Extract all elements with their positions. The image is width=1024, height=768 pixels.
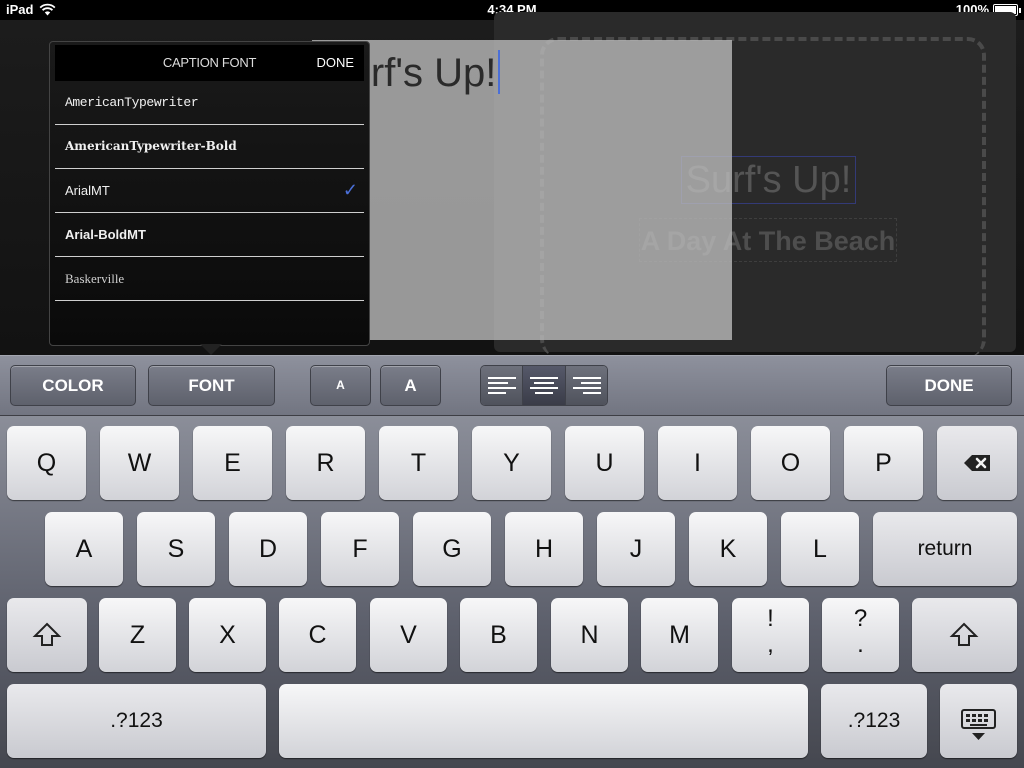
popover-header: CAPTION FONT DONE <box>55 45 364 81</box>
font-item-arial-boldmt[interactable]: Arial-BoldMT <box>55 213 364 257</box>
font-item-label: AmericanTypewriter <box>65 95 199 110</box>
font-item-label: Baskerville <box>65 271 125 286</box>
key-top-symbol: ! <box>767 605 774 632</box>
numbers-key-right[interactable]: .?123 <box>821 684 927 758</box>
popover-done-button[interactable]: DONE <box>316 45 354 81</box>
key-exclamation-comma[interactable]: ! , <box>732 598 809 672</box>
key-v[interactable]: V <box>370 598 447 672</box>
key-h[interactable]: H <box>505 512 583 586</box>
key-k[interactable]: K <box>689 512 767 586</box>
text-caret <box>498 50 501 94</box>
color-button[interactable]: COLOR <box>10 365 136 406</box>
key-bottom-symbol: , <box>767 631 774 658</box>
font-button[interactable]: FONT <box>148 365 275 406</box>
alignment-segmented-control <box>480 365 608 406</box>
key-l[interactable]: L <box>781 512 859 586</box>
key-y[interactable]: Y <box>472 426 551 500</box>
keyboard-dismiss-icon <box>961 709 996 740</box>
key-w[interactable]: W <box>100 426 179 500</box>
return-key[interactable]: return <box>873 512 1017 586</box>
key-t[interactable]: T <box>379 426 458 500</box>
font-item-label: AmericanTypewriter-Bold <box>65 139 237 153</box>
popover-arrow <box>200 344 222 355</box>
key-u[interactable]: U <box>565 426 644 500</box>
align-left-icon <box>488 377 516 394</box>
keyboard: Q W E R T Y U I O P A S D F G H J K L re… <box>0 416 1024 768</box>
font-item-americantypewriter-bold[interactable]: AmericanTypewriter-Bold <box>55 125 364 169</box>
font-item-baskerville[interactable]: Baskerville <box>55 257 364 301</box>
key-n[interactable]: N <box>551 598 628 672</box>
shift-icon <box>949 622 979 646</box>
backspace-key[interactable] <box>937 426 1017 500</box>
key-q[interactable]: Q <box>7 426 86 500</box>
font-list: AmericanTypewriter AmericanTypewriter-Bo… <box>55 81 364 301</box>
formatting-toolbar: COLOR FONT A A DONE <box>0 355 1024 416</box>
key-i[interactable]: I <box>658 426 737 500</box>
key-question-period[interactable]: ? . <box>822 598 899 672</box>
key-o[interactable]: O <box>751 426 830 500</box>
align-right-icon <box>572 377 601 394</box>
align-center-button[interactable] <box>523 366 566 405</box>
key-z[interactable]: Z <box>99 598 176 672</box>
key-bottom-symbol: . <box>857 631 864 658</box>
font-item-arialmt[interactable]: ArialMT ✓ <box>55 169 364 213</box>
key-d[interactable]: D <box>229 512 307 586</box>
dismiss-keyboard-key[interactable] <box>940 684 1017 758</box>
done-button[interactable]: DONE <box>886 365 1012 406</box>
key-r[interactable]: R <box>286 426 365 500</box>
numbers-key-left[interactable]: .?123 <box>7 684 266 758</box>
key-b[interactable]: B <box>460 598 537 672</box>
key-a[interactable]: A <box>45 512 123 586</box>
key-e[interactable]: E <box>193 426 272 500</box>
key-j[interactable]: J <box>597 512 675 586</box>
font-item-label: Arial-BoldMT <box>65 227 146 242</box>
key-top-symbol: ? <box>853 605 868 632</box>
key-g[interactable]: G <box>413 512 491 586</box>
key-x[interactable]: X <box>189 598 266 672</box>
align-left-button[interactable] <box>481 366 524 405</box>
key-s[interactable]: S <box>137 512 215 586</box>
shift-key-left[interactable] <box>7 598 87 672</box>
font-item-label: ArialMT <box>65 183 110 198</box>
shift-key-right[interactable] <box>912 598 1017 672</box>
checkmark-icon: ✓ <box>342 180 358 200</box>
space-bar[interactable] <box>279 684 808 758</box>
shift-icon <box>32 622 62 646</box>
key-m[interactable]: M <box>641 598 718 672</box>
key-f[interactable]: F <box>321 512 399 586</box>
increase-size-button[interactable]: A <box>380 365 441 406</box>
caption-font-popover: CAPTION FONT DONE AmericanTypewriter Ame… <box>49 41 370 346</box>
font-item-americantypewriter[interactable]: AmericanTypewriter <box>55 81 364 125</box>
align-center-icon <box>530 377 559 394</box>
backspace-icon <box>964 455 990 471</box>
align-right-button[interactable] <box>565 366 607 405</box>
decrease-size-button[interactable]: A <box>310 365 371 406</box>
key-c[interactable]: C <box>279 598 356 672</box>
key-p[interactable]: P <box>844 426 923 500</box>
